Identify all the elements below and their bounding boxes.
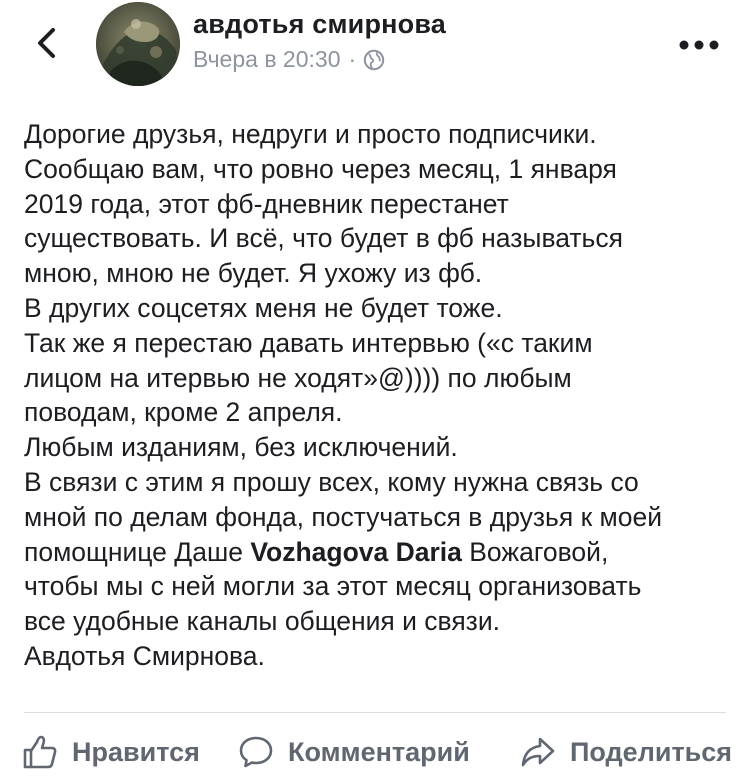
- author-name[interactable]: авдотья смирнова: [193, 9, 446, 40]
- post-line: лицом на итервью не ходят»@)))) по любым: [24, 362, 572, 393]
- post-line: В других соцсетях меня не будет тоже.: [24, 292, 503, 323]
- more-options-button[interactable]: [678, 38, 720, 52]
- post-line: поводам, кроме 2 апреля.: [24, 397, 343, 428]
- avatar-image: [96, 2, 180, 86]
- comment-button[interactable]: Комментарий: [238, 728, 470, 776]
- comment-bubble-icon: [239, 736, 273, 768]
- actions-divider: [24, 712, 726, 713]
- post-line: все удобные каналы общения и связи.: [24, 606, 500, 637]
- post-line: мной по делам фонда, постучаться в друзь…: [24, 501, 663, 532]
- post-text: Дорогие друзья, недруги и просто подписч…: [24, 117, 740, 674]
- like-button[interactable]: Нравится: [22, 728, 200, 776]
- share-arrow-icon: [521, 737, 555, 767]
- avatar[interactable]: [96, 2, 180, 86]
- post-line: чтобы мы с ней могли за этот месяц орган…: [24, 571, 642, 602]
- share-label: Поделиться: [570, 736, 733, 767]
- comment-label: Комментарий: [288, 736, 470, 767]
- mention-before-text: помощнице Даше: [24, 536, 251, 567]
- post-line-with-mention: помощнице Даше Vozhagova Daria Вожаговой…: [24, 535, 740, 570]
- more-horizontal-icon: [679, 40, 719, 50]
- share-button[interactable]: Поделиться: [520, 728, 732, 776]
- mention-after-text: Вожаговой,: [461, 536, 609, 567]
- user-mention-link[interactable]: Vozhagova Daria: [250, 537, 462, 567]
- post-line: существовать. И всё, что будет в фб назы…: [24, 223, 623, 254]
- post-line: 2019 года, этот фб-дневник перестанет: [24, 188, 509, 219]
- like-label: Нравится: [72, 736, 200, 767]
- back-button[interactable]: [34, 26, 60, 60]
- meta-separator: ·: [348, 46, 357, 72]
- post-line: мною, мною не будет. Я ухожу из фб.: [24, 258, 483, 289]
- thumbs-up-icon: [23, 735, 57, 769]
- post-actions-bar: Нравится Комментарий Поделиться: [0, 728, 750, 776]
- chevron-left-icon: [38, 28, 55, 58]
- post-line: В связи с этим я прошу всех, кому нужна …: [24, 466, 639, 497]
- post-line: Так же я перестаю давать интервью («с та…: [24, 327, 593, 358]
- post-line: Авдотья Смирнова.: [24, 640, 265, 671]
- post-timestamp[interactable]: Вчера в 20:30: [193, 46, 341, 73]
- post-meta: Вчера в 20:30 ·: [193, 46, 385, 73]
- globe-icon: [363, 49, 385, 71]
- post-line: Дорогие друзья, недруги и просто подписч…: [24, 119, 597, 149]
- post-line: Любым изданиям, без исключений.: [24, 432, 458, 463]
- facebook-post: авдотья смирнова Вчера в 20:30 · Дорогие…: [0, 0, 750, 782]
- post-line: Сообщаю вам, что ровно через месяц, 1 ян…: [24, 153, 617, 184]
